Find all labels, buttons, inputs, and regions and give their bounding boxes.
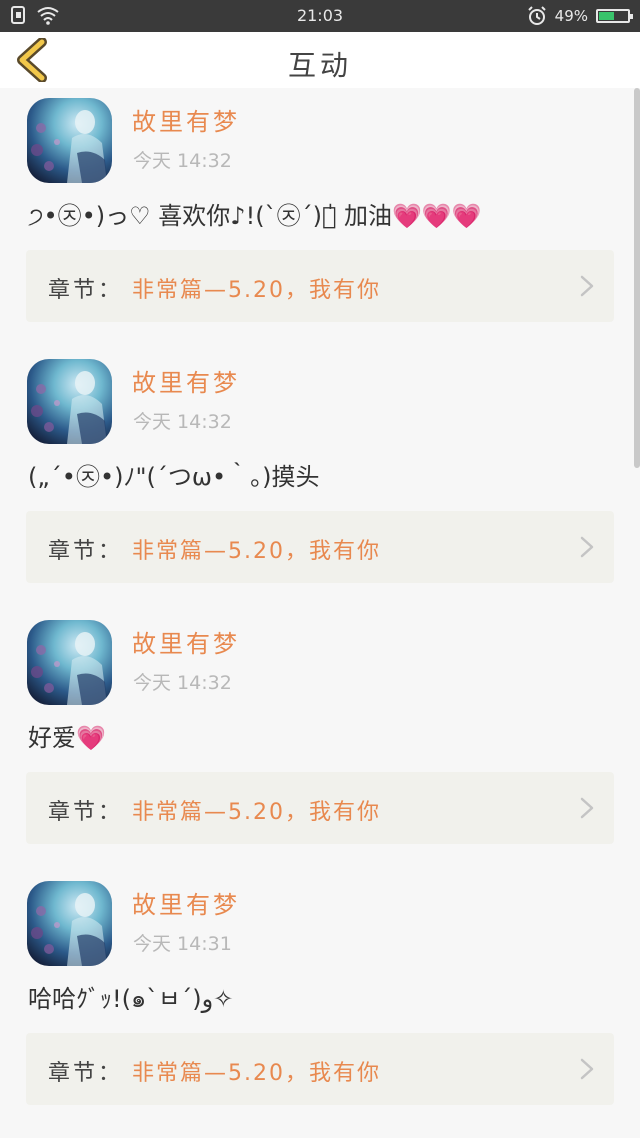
- comment-list[interactable]: 故里有梦 今天 14:32 ੭•㉨•)っ♡ 喜欢你♪!(ˋ㉨ˊ)ง̍ 加油💗💗💗…: [0, 88, 640, 1138]
- timestamp: 今天 14:32: [133, 411, 232, 433]
- battery-icon: [596, 9, 633, 23]
- comment-item: 故里有梦 今天 14:32 („ˊ•㉨•)ﾉ"(ˊつω•｀。)摸头 章节： 非常…: [0, 349, 640, 609]
- avatar[interactable]: [27, 620, 112, 705]
- chapter-label: 章节：: [48, 1061, 124, 1086]
- status-icons-right: 49%: [527, 6, 633, 26]
- chapter-label: 章节：: [48, 539, 124, 564]
- chevron-right-icon: [580, 797, 594, 819]
- chapter-name: 非常篇—5.20，我有你: [132, 1061, 381, 1086]
- comment-item: 故里有梦 今天 14:32 好爱💗 章节： 非常篇—5.20，我有你: [0, 610, 640, 870]
- avatar-image: [27, 98, 112, 183]
- comment-item: 故里有梦 今天 14:32 ੭•㉨•)っ♡ 喜欢你♪!(ˋ㉨ˊ)ง̍ 加油💗💗💗…: [0, 88, 640, 348]
- scrollbar[interactable]: [634, 88, 640, 468]
- username[interactable]: 故里有梦: [132, 102, 240, 137]
- comment-text: 哈哈ｸﾞｯ!(๑ˋㅂˊ)و✧: [28, 985, 234, 1013]
- avatar[interactable]: [27, 881, 112, 966]
- avatar[interactable]: [27, 359, 112, 444]
- battery-percent: 49%: [554, 7, 588, 25]
- chapter-link[interactable]: 章节： 非常篇—5.20，我有你: [26, 250, 614, 322]
- chevron-right-icon: [580, 1058, 594, 1080]
- chapter-link[interactable]: 章节： 非常篇—5.20，我有你: [26, 772, 614, 844]
- alarm-icon: [527, 6, 546, 25]
- chapter-name: 非常篇—5.20，我有你: [132, 800, 381, 825]
- username[interactable]: 故里有梦: [132, 885, 240, 920]
- chapter-label: 章节：: [48, 800, 124, 825]
- chapter-name: 非常篇—5.20，我有你: [132, 539, 381, 564]
- timestamp: 今天 14:32: [133, 672, 232, 694]
- comment-item: 故里有梦 今天 14:31 哈哈ｸﾞｯ!(๑ˋㅂˊ)و✧ 章节： 非常篇—5.2…: [0, 871, 640, 1131]
- battery-fill: [599, 12, 614, 20]
- comment-text: („ˊ•㉨•)ﾉ"(ˊつω•｀。)摸头: [28, 463, 320, 491]
- username[interactable]: 故里有梦: [132, 624, 240, 659]
- nav-bar: 互动: [0, 32, 640, 88]
- comment-text: 好爱💗: [28, 724, 106, 752]
- chevron-right-icon: [580, 536, 594, 558]
- chapter-name: 非常篇—5.20，我有你: [132, 278, 381, 303]
- username[interactable]: 故里有梦: [132, 363, 240, 398]
- timestamp: 今天 14:31: [133, 933, 232, 955]
- page-title: 互动: [287, 49, 352, 82]
- comment-text: ੭•㉨•)っ♡ 喜欢你♪!(ˋ㉨ˊ)ง̍ 加油💗💗💗: [28, 202, 482, 230]
- chapter-label: 章节：: [48, 278, 124, 303]
- chevron-right-icon: [580, 275, 594, 297]
- avatar[interactable]: [27, 98, 112, 183]
- avatar-image: [27, 359, 112, 444]
- avatar-image: [27, 881, 112, 966]
- chapter-link[interactable]: 章节： 非常篇—5.20，我有你: [26, 511, 614, 583]
- chapter-link[interactable]: 章节： 非常篇—5.20，我有你: [26, 1033, 614, 1105]
- timestamp: 今天 14:32: [133, 150, 232, 172]
- status-bar: 21:03 49%: [0, 0, 640, 32]
- avatar-image: [27, 620, 112, 705]
